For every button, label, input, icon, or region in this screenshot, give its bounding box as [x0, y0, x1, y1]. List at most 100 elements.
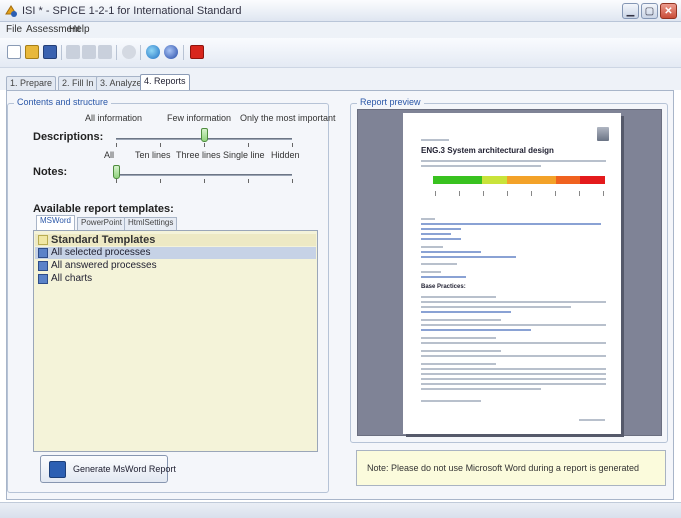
- capability-scale-bar: [433, 176, 606, 184]
- maximize-button[interactable]: ▢: [641, 3, 658, 19]
- notes-tick: [204, 179, 205, 183]
- descriptions-tick: [292, 143, 293, 147]
- paper-text: [421, 388, 541, 390]
- paper-text: [421, 306, 571, 308]
- maximize-icon: ▢: [644, 5, 655, 17]
- paper-text: [421, 296, 496, 298]
- report-logo-icon: [597, 127, 609, 141]
- paper-text: [421, 251, 481, 253]
- paper-text: [421, 139, 449, 141]
- paper-text: [421, 271, 441, 273]
- menu-file[interactable]: File: [6, 24, 22, 35]
- paper-text: [421, 373, 606, 375]
- new-icon[interactable]: [7, 45, 21, 59]
- descriptions-slider-thumb[interactable]: [201, 128, 208, 142]
- scale-tick: [555, 191, 556, 196]
- filter-icon[interactable]: [122, 45, 136, 59]
- scale-tick: [459, 191, 460, 196]
- toolbar-separator: [183, 45, 184, 60]
- descriptions-tick: [204, 143, 205, 147]
- folder-icon: [38, 235, 48, 245]
- paper-text: [421, 160, 606, 162]
- paper-text: [421, 311, 511, 313]
- descriptions-tick: [116, 143, 117, 147]
- tick-label-hidden: Hidden: [271, 150, 300, 160]
- paper-text: [421, 256, 516, 258]
- tick-label-all: All: [104, 150, 115, 160]
- notes-tick: [248, 179, 249, 183]
- preview-subheading: Base Practices:: [421, 284, 466, 290]
- label-all-information: All information: [85, 113, 143, 123]
- scale-segment: [580, 176, 606, 184]
- help-icon[interactable]: [164, 45, 178, 59]
- paper-text: [421, 350, 501, 352]
- descriptions-label: Descriptions:: [33, 131, 104, 143]
- redo-icon[interactable]: [98, 45, 112, 59]
- paper-text: [421, 233, 451, 235]
- tick-label-single-line: Single line: [223, 150, 265, 160]
- scale-segment: [555, 176, 581, 184]
- paper-text: [421, 363, 496, 365]
- scale-segment: [506, 176, 532, 184]
- paper-text: [421, 329, 531, 331]
- label-few-information: Few information: [167, 113, 232, 123]
- paper-text: [421, 246, 443, 248]
- tab-reports[interactable]: 4. Reports: [140, 74, 190, 91]
- tab-fill-in[interactable]: 2. Fill In: [58, 76, 98, 90]
- paper-text: [421, 342, 606, 344]
- tab-htmlsettings[interactable]: HtmlSettings: [124, 217, 178, 230]
- scale-tick: [579, 191, 580, 196]
- cut-icon[interactable]: [66, 45, 80, 59]
- notes-tick: [292, 179, 293, 183]
- scale-segment: [457, 176, 483, 184]
- minimize-button[interactable]: ▁: [622, 3, 639, 19]
- title-bar: ISI * - SPICE 1-2-1 for International St…: [0, 0, 681, 22]
- paper-text: [421, 324, 606, 326]
- undo-icon[interactable]: [82, 45, 96, 59]
- notes-label: Notes:: [33, 166, 68, 178]
- template-group-header[interactable]: Standard Templates: [35, 234, 316, 246]
- template-all-charts[interactable]: All charts: [35, 273, 316, 285]
- word-icon: [49, 461, 66, 478]
- scale-tick: [483, 191, 484, 196]
- scale-tick: [435, 191, 436, 196]
- label-only-most-important: Only the most important: [240, 113, 336, 123]
- paper-text: [421, 165, 541, 167]
- notes-slider-thumb[interactable]: [113, 165, 120, 179]
- paper-text: [421, 276, 466, 278]
- note-box: Note: Please do not use Microsoft Word d…: [356, 450, 666, 486]
- globe-icon[interactable]: [146, 45, 160, 59]
- template-label: All selected processes: [51, 247, 151, 258]
- generate-report-label: Generate MsWord Report: [73, 464, 176, 474]
- tab-msword[interactable]: MSWord: [36, 215, 75, 230]
- tab-analyze[interactable]: 3. Analyze: [96, 76, 146, 90]
- scale-segment: [531, 176, 556, 184]
- tab-prepare[interactable]: 1. Prepare: [6, 76, 57, 90]
- template-all-answered-processes[interactable]: All answered processes: [35, 260, 316, 272]
- scale-segment: [482, 176, 507, 184]
- note-text: Note: Please do not use Microsoft Word d…: [367, 463, 639, 473]
- toolbar-separator: [116, 45, 117, 60]
- document-icon: [38, 248, 48, 258]
- paper-text: [421, 238, 461, 240]
- menu-help[interactable]: Help: [69, 24, 90, 35]
- descriptions-tick: [160, 143, 161, 147]
- open-icon[interactable]: [25, 45, 39, 59]
- template-all-selected-processes[interactable]: All selected processes: [35, 247, 316, 259]
- tick-label-ten-lines: Ten lines: [135, 150, 171, 160]
- contents-legend: Contents and structure: [14, 97, 112, 107]
- page-number: [579, 419, 605, 421]
- tab-powerpoint[interactable]: PowerPoint: [77, 217, 126, 230]
- template-group-label: Standard Templates: [51, 234, 156, 246]
- scale-segment: [433, 176, 458, 184]
- pdf-icon[interactable]: [190, 45, 204, 59]
- window-title: ISI * - SPICE 1-2-1 for International St…: [22, 5, 242, 17]
- notes-track: [116, 174, 292, 176]
- scale-tick: [603, 191, 604, 196]
- generate-report-button[interactable]: Generate MsWord Report: [40, 455, 176, 483]
- toolbar: [0, 38, 681, 68]
- close-button[interactable]: ✕: [660, 3, 677, 19]
- paper-text: [421, 378, 606, 380]
- save-icon[interactable]: [43, 45, 57, 59]
- preview-page: ENG.3 System architectural design Base P…: [403, 113, 621, 434]
